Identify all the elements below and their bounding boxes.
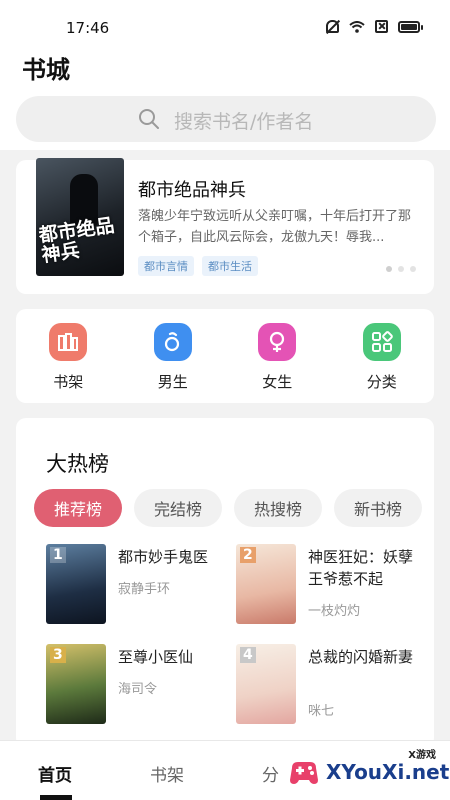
header: 书城 搜索书名/作者名 (0, 40, 450, 150)
ranking-tabs: 推荐榜 完结榜 热搜榜 新书榜 (34, 489, 422, 527)
carousel-dot (386, 266, 392, 272)
book-author: 咪七 (308, 704, 335, 719)
book-author: 海司令 (118, 682, 158, 697)
tab-recommend[interactable]: 推荐榜 (34, 489, 122, 527)
carousel-indicator (386, 266, 416, 272)
ranking-book-item[interactable]: 1 都市妙手鬼医 寂静手环 (46, 544, 236, 624)
quick-nav-label: 男生 (157, 373, 188, 391)
quick-nav-male[interactable]: 男生 (133, 323, 213, 403)
book-title[interactable]: 神医狂妃：妖孽王爷惹不起 (308, 546, 426, 590)
featured-book-card[interactable]: 都市绝品神兵 都市绝品神兵 落魄少年宁致远听从父亲叮嘱，十年后打开了那个箱子，自… (16, 158, 434, 294)
search-placeholder: 搜索书名/作者名 (174, 111, 314, 133)
quick-nav-label: 分类 (366, 373, 397, 391)
book-title[interactable]: 至尊小医仙 (118, 646, 236, 668)
tab-new-books[interactable]: 新书榜 (334, 489, 422, 527)
ranking-book-item[interactable]: 3 至尊小医仙 海司令 (46, 644, 236, 724)
quick-nav-category[interactable]: 分类 (342, 323, 422, 403)
battery-icon (398, 20, 423, 33)
featured-book-tags: 都市言情 都市生活 (138, 256, 258, 276)
watermark-text: XYouXi.net (326, 760, 450, 784)
male-icon (153, 323, 192, 361)
quick-nav-bookshelf[interactable]: 书架 (28, 323, 108, 403)
book-title[interactable]: 总裁的闪婚新妻 (308, 646, 426, 668)
quick-nav-label: 书架 (53, 373, 84, 391)
search-icon (138, 108, 160, 130)
tag-label[interactable]: 都市生活 (202, 256, 258, 276)
ranking-card: 大热榜 推荐榜 完结榜 热搜榜 新书榜 1 都市妙手鬼医 寂静手环 2 神医狂妃… (16, 418, 434, 748)
featured-book-title[interactable]: 都市绝品神兵 (138, 176, 246, 202)
ranking-title: 大热榜 (46, 452, 109, 476)
status-icons (326, 20, 423, 33)
book-cover[interactable]: 3 (46, 644, 106, 724)
rank-number: 1 (50, 547, 66, 563)
gamepad-logo-icon (286, 754, 322, 790)
tag-label[interactable]: 都市言情 (138, 256, 194, 276)
rank-number: 3 (50, 647, 66, 663)
status-time: 17:46 (66, 19, 110, 37)
book-author: 寂静手环 (118, 582, 171, 597)
carousel-dot (398, 266, 404, 272)
tab-hot-search[interactable]: 热搜榜 (234, 489, 322, 527)
tab-home[interactable]: 首页 (38, 761, 72, 786)
featured-book-cover[interactable]: 都市绝品神兵 (36, 158, 124, 276)
active-tab-indicator (40, 795, 72, 800)
book-title[interactable]: 都市妙手鬼医 (118, 546, 236, 568)
wifi-icon (349, 20, 365, 33)
category-icon (362, 323, 401, 361)
quick-nav-female[interactable]: 女生 (237, 323, 317, 403)
no-sim-icon (375, 20, 388, 33)
bookshelf-icon (49, 323, 88, 361)
book-cover[interactable]: 1 (46, 544, 106, 624)
book-cover[interactable]: 2 (236, 544, 296, 624)
ranking-book-item[interactable]: 4 总裁的闪婚新妻 咪七 (236, 644, 426, 724)
carousel-dot (410, 266, 416, 272)
rank-number: 2 (240, 547, 256, 563)
featured-book-description: 落魄少年宁致远听从父亲叮嘱，十年后打开了那个箱子，自此风云际会，龙傲九天！辱我.… (138, 209, 412, 245)
page-title: 书城 (22, 56, 70, 84)
tab-category[interactable]: 分 (262, 761, 279, 786)
book-cover[interactable]: 4 (236, 644, 296, 724)
watermark-tag: X游戏 (408, 750, 436, 761)
quick-nav: 书架 男生 女生 分类 (16, 309, 434, 403)
search-input[interactable]: 搜索书名/作者名 (16, 96, 436, 142)
quick-nav-label: 女生 (262, 373, 293, 391)
female-icon (258, 323, 297, 361)
tab-bookshelf[interactable]: 书架 (150, 761, 184, 786)
mute-bell-icon (326, 20, 339, 33)
tab-completed[interactable]: 完结榜 (134, 489, 222, 527)
book-author: 一枝灼灼 (308, 604, 361, 619)
ranking-book-item[interactable]: 2 神医狂妃：妖孽王爷惹不起 一枝灼灼 (236, 544, 426, 624)
watermark: X游戏 XYouXi.net (282, 746, 449, 796)
cover-title: 都市绝品神兵 (37, 214, 116, 267)
rank-number: 4 (240, 647, 256, 663)
